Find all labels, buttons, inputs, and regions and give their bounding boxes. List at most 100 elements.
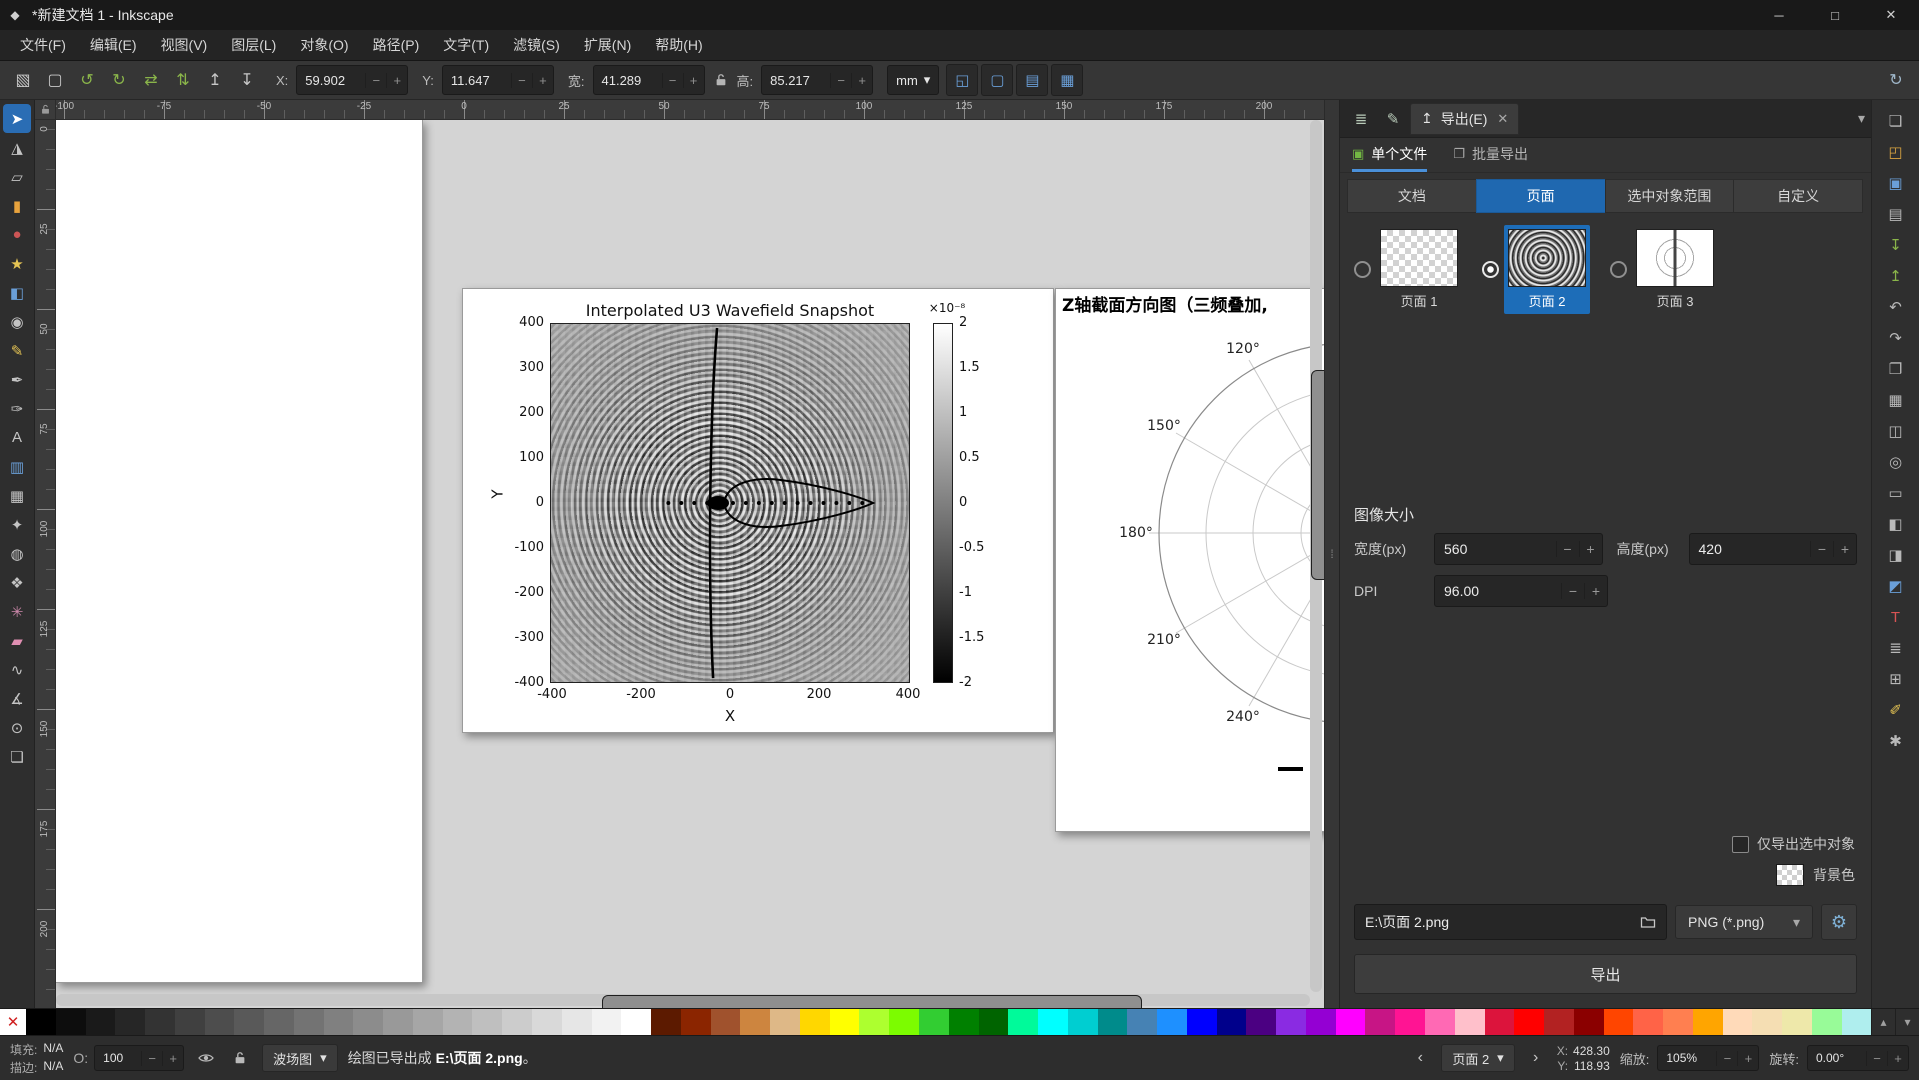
page-1[interactable] — [56, 120, 423, 983]
menu-item[interactable]: 路径(P) — [361, 30, 432, 60]
palette-swatch[interactable] — [621, 1009, 651, 1035]
x-field-value[interactable]: 59.902 — [297, 73, 365, 88]
close-button[interactable]: ✕ — [1863, 0, 1919, 30]
lock-guides-toggle[interactable] — [35, 100, 56, 120]
undo-icon[interactable]: ↶ — [1880, 292, 1912, 322]
rectangle-tool[interactable]: ▮ — [3, 191, 31, 220]
export-scope-button[interactable]: 文档 — [1347, 179, 1477, 213]
palette-swatch[interactable] — [443, 1009, 473, 1035]
vertical-scrollbar[interactable] — [1310, 120, 1322, 992]
menu-item[interactable]: 扩展(N) — [572, 30, 643, 60]
y-increment[interactable]: + — [532, 73, 553, 88]
paste-icon[interactable]: ▦ — [1880, 385, 1912, 415]
node-tool[interactable]: ◮ — [3, 133, 31, 162]
no-color-swatch[interactable]: ✕ — [0, 1009, 26, 1035]
palette-swatch[interactable] — [472, 1009, 502, 1035]
canvas-viewport[interactable]: Interpolated U3 Wavefield Snapshot Y 400… — [56, 120, 1324, 1008]
horizontal-scrollbar-thumb[interactable] — [602, 995, 1142, 1008]
rotation-field[interactable]: 0.00° − + — [1807, 1045, 1909, 1071]
menu-item[interactable]: 编辑(E) — [78, 30, 149, 60]
gradient-tool[interactable]: ▥ — [3, 452, 31, 481]
palette-swatch[interactable] — [740, 1009, 770, 1035]
palette-swatch[interactable] — [889, 1009, 919, 1035]
palette-swatch[interactable] — [770, 1009, 800, 1035]
duplicate-icon[interactable]: ◫ — [1880, 416, 1912, 446]
select-all-button[interactable]: ▧ — [8, 65, 38, 95]
palette-swatch[interactable] — [1663, 1009, 1693, 1035]
palette-swatch[interactable] — [86, 1009, 116, 1035]
y-field[interactable]: 11.647 − + — [442, 65, 554, 95]
palette-swatch[interactable] — [919, 1009, 949, 1035]
print-icon[interactable]: ▤ — [1880, 199, 1912, 229]
width-decrement[interactable]: − — [662, 73, 683, 88]
palette-swatch[interactable] — [1604, 1009, 1634, 1035]
palette-swatch[interactable] — [1574, 1009, 1604, 1035]
export-height-field[interactable]: 420 − + — [1689, 533, 1858, 565]
horizontal-scrollbar[interactable] — [56, 994, 1310, 1006]
page-thumbnail[interactable] — [1508, 229, 1586, 287]
layer-selector[interactable]: 波场图 ▾ — [262, 1044, 338, 1072]
preferences-icon[interactable]: ✱ — [1880, 726, 1912, 756]
palette-swatch[interactable] — [234, 1009, 264, 1035]
export-filename-field[interactable]: E:\页面 2.png — [1354, 904, 1667, 940]
palette-swatch[interactable] — [711, 1009, 741, 1035]
unit-select[interactable]: mm ▾ — [887, 65, 939, 95]
star-tool[interactable]: ★ — [3, 249, 31, 278]
palette-swatch[interactable] — [1485, 1009, 1515, 1035]
connector-tool[interactable]: ∿ — [3, 655, 31, 684]
dialog-menu-button[interactable]: ▾ — [1858, 110, 1865, 127]
palette-swatch[interactable] — [26, 1009, 56, 1035]
export-mode-tab[interactable]: ▣ 单个文件 — [1352, 138, 1427, 172]
fill-stroke-icon[interactable]: ◩ — [1880, 571, 1912, 601]
layer-lock-toggle[interactable] — [228, 1046, 252, 1070]
export-filename-value[interactable]: E:\页面 2.png — [1365, 912, 1632, 932]
rotate-cw-button[interactable]: ↻ — [104, 65, 134, 95]
x-increment[interactable]: + — [386, 73, 407, 88]
page-radio-button[interactable] — [1354, 261, 1371, 278]
palette-swatch[interactable] — [56, 1009, 86, 1035]
palette-swatch[interactable] — [1276, 1009, 1306, 1035]
scale-corners-toggle[interactable]: ▢ — [981, 64, 1013, 96]
menu-item[interactable]: 对象(O) — [288, 30, 360, 60]
layer-visibility-toggle[interactable] — [194, 1046, 218, 1070]
palette-swatch[interactable] — [1365, 1009, 1395, 1035]
palette-swatch[interactable] — [1455, 1009, 1485, 1035]
export-mode-tab[interactable]: ❐ 批量导出 — [1453, 138, 1528, 172]
palette-swatch[interactable] — [592, 1009, 622, 1035]
tweak-tool[interactable]: ❖ — [3, 568, 31, 597]
group-icon[interactable]: ◧ — [1880, 509, 1912, 539]
text-tool[interactable]: A — [3, 423, 31, 452]
redo-icon[interactable]: ↷ — [1880, 323, 1912, 353]
palette-scroll-down[interactable]: ▾ — [1895, 1009, 1919, 1035]
zoom-drawing-icon[interactable]: ◎ — [1880, 447, 1912, 477]
save-icon[interactable]: ▣ — [1880, 168, 1912, 198]
palette-swatch[interactable] — [1752, 1009, 1782, 1035]
text-dialog-icon[interactable]: T — [1880, 602, 1912, 632]
palette-swatch[interactable] — [1127, 1009, 1157, 1035]
panel-resize-handle[interactable]: ⁞ — [1324, 100, 1339, 1008]
zoom-tool[interactable]: ⊙ — [3, 713, 31, 742]
dpi-value[interactable]: 96.00 — [1435, 583, 1561, 599]
palette-swatch[interactable] — [1514, 1009, 1544, 1035]
objects-dialog-tab[interactable]: ≣ — [1346, 104, 1376, 134]
fill-stroke-dialog-tab[interactable]: ✎ — [1378, 104, 1408, 134]
scale-gradient-toggle[interactable]: ▤ — [1016, 64, 1048, 96]
palette-swatch[interactable] — [1306, 1009, 1336, 1035]
opacity-value[interactable]: 100 — [95, 1051, 141, 1065]
rotation-decrement[interactable]: − — [1866, 1051, 1887, 1066]
palette-swatch[interactable] — [651, 1009, 681, 1035]
palette-swatch[interactable] — [502, 1009, 532, 1035]
palette-swatch[interactable] — [1723, 1009, 1753, 1035]
flip-horizontal-button[interactable]: ⇄ — [136, 65, 166, 95]
ungroup-icon[interactable]: ◨ — [1880, 540, 1912, 570]
lower-button[interactable]: ↧ — [232, 65, 262, 95]
width-increment[interactable]: + — [1579, 541, 1602, 557]
dpi-increment[interactable]: + — [1584, 583, 1607, 599]
rotation-value[interactable]: 0.00° — [1808, 1051, 1866, 1065]
palette-swatch[interactable] — [979, 1009, 1009, 1035]
close-dialog-icon[interactable]: ✕ — [1497, 111, 1508, 127]
zoom-increment[interactable]: + — [1737, 1051, 1758, 1066]
palette-swatch[interactable] — [115, 1009, 145, 1035]
export-page-item[interactable]: 页面 1 — [1354, 225, 1462, 314]
measure-tool[interactable]: ∡ — [3, 684, 31, 713]
